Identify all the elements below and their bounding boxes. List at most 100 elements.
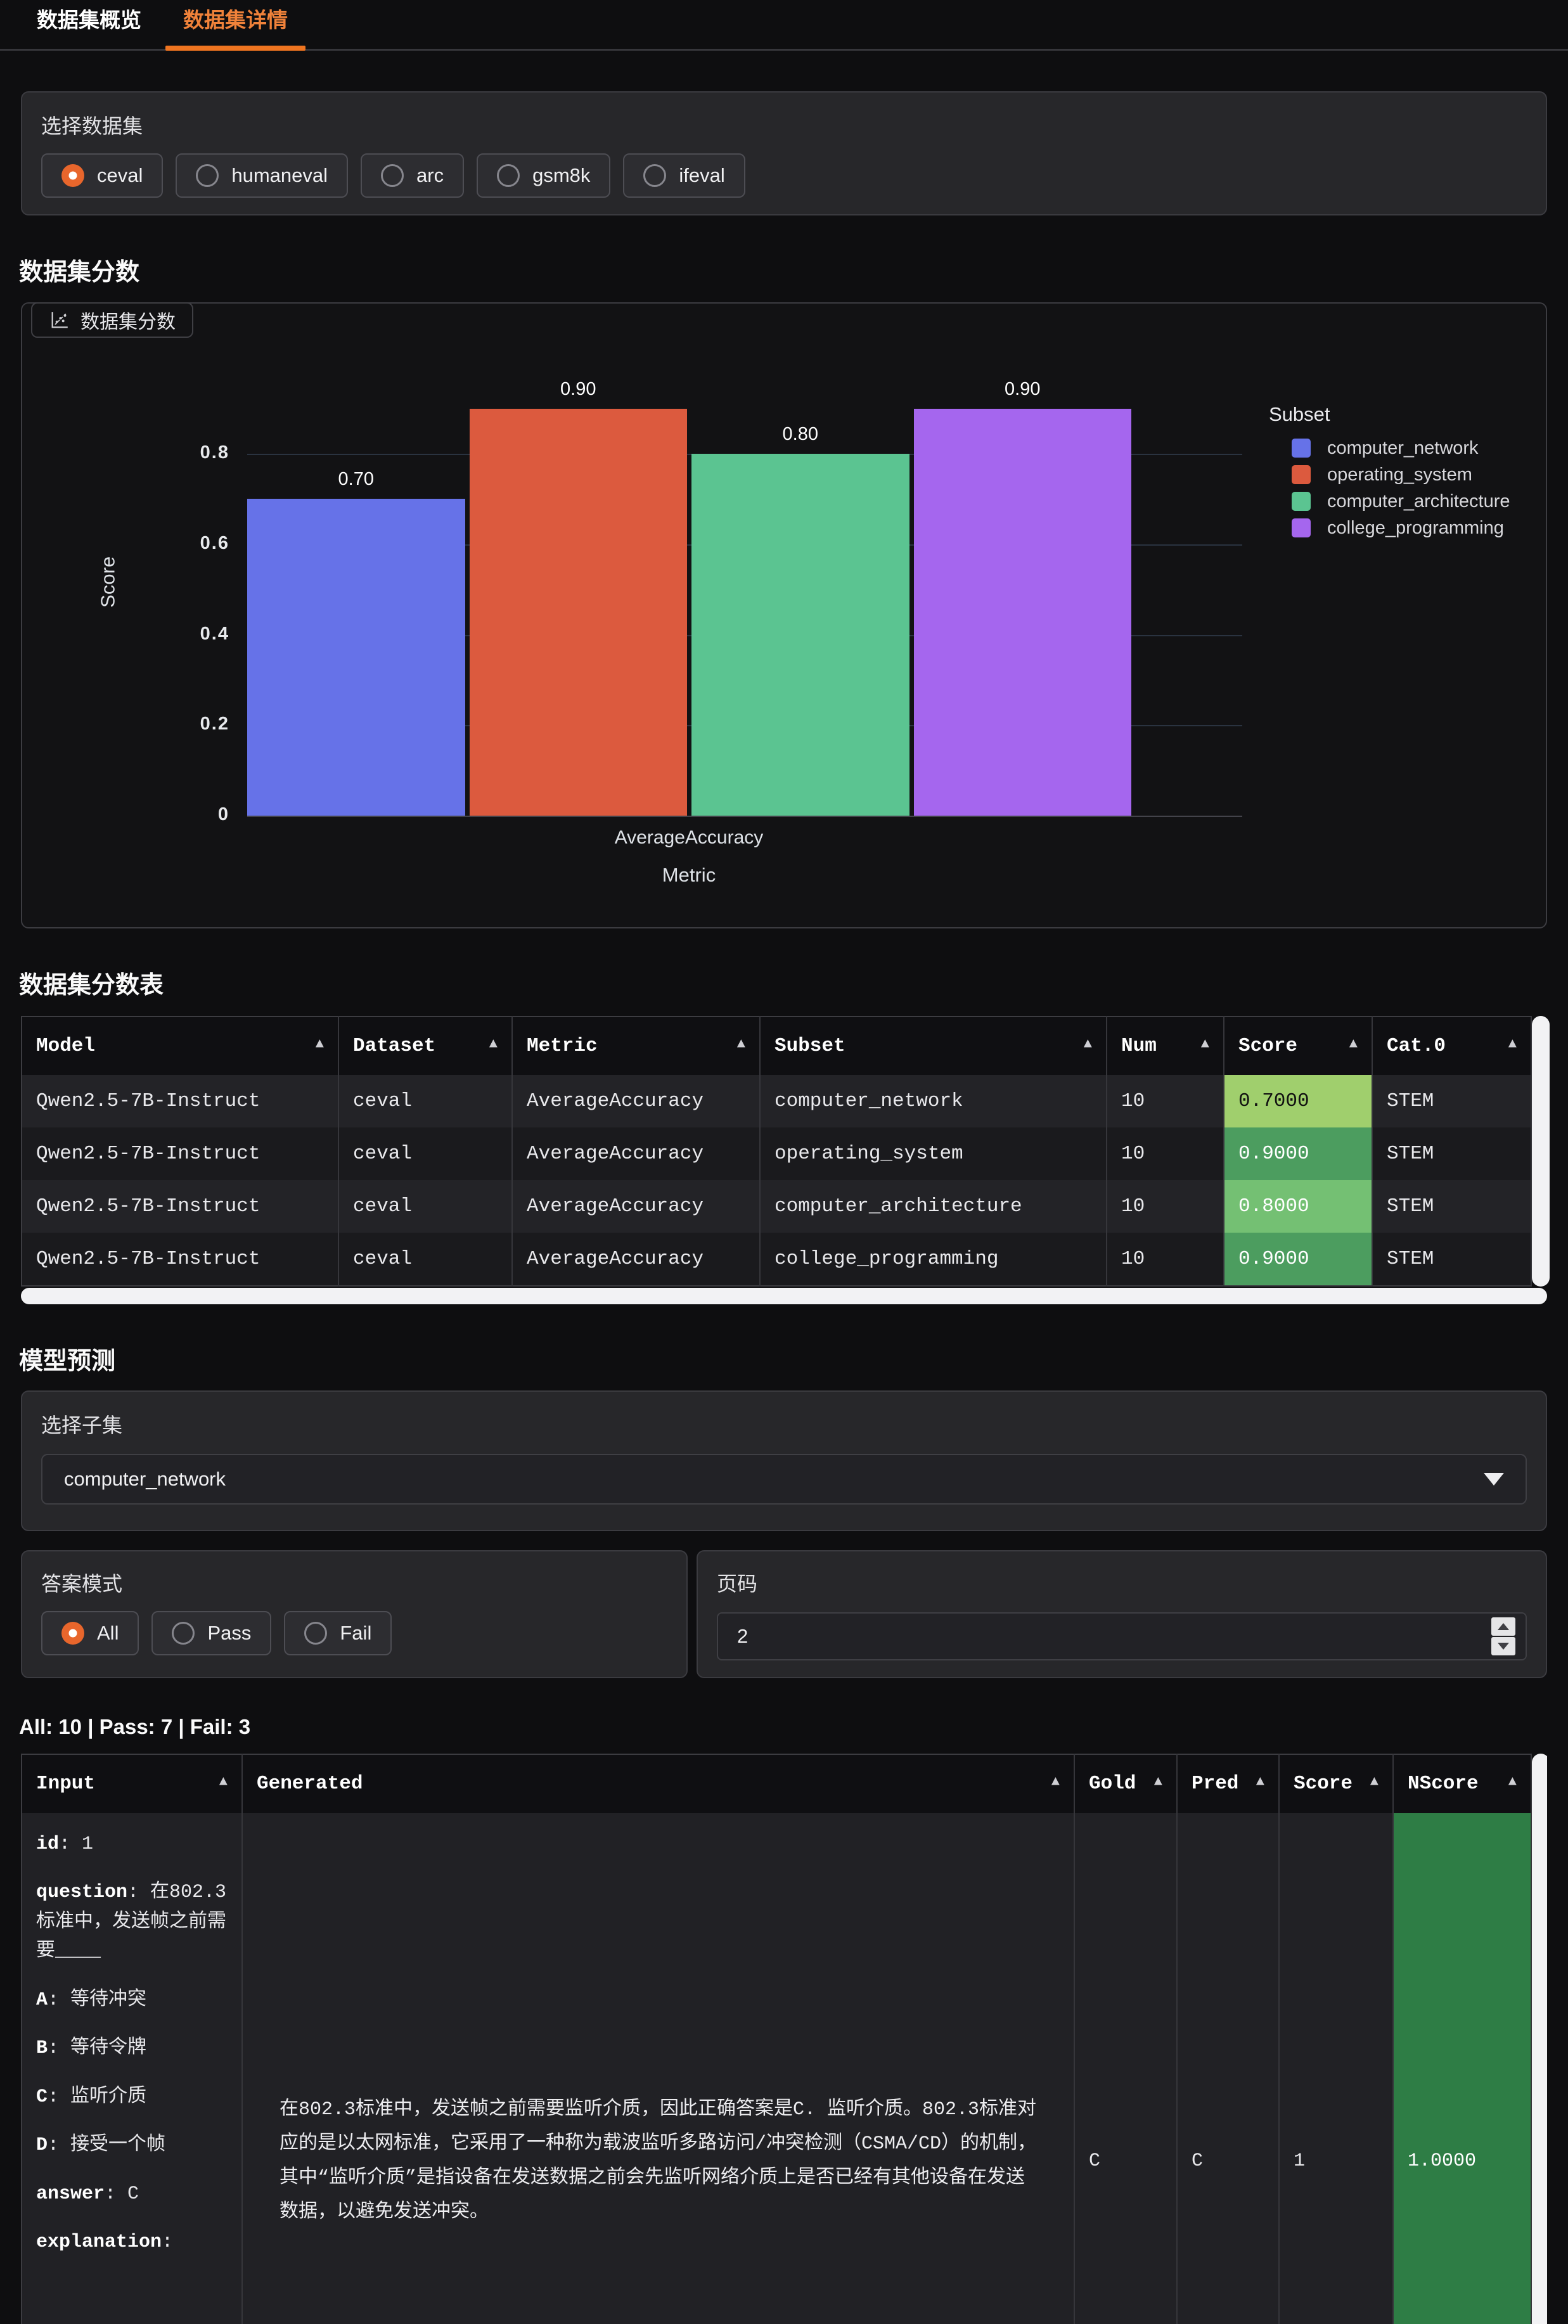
column-header-generated[interactable]: Generated▲ [242,1754,1074,1813]
radio-circle-icon [643,164,666,187]
bar-computer-architecture: 0.80 [691,454,909,816]
radio-all[interactable]: All [41,1611,139,1655]
score-table-heading: 数据集分数表 [19,965,1568,1000]
bar-value-label: 0.90 [560,379,596,400]
radio-humaneval[interactable]: humaneval [176,153,348,198]
arrow-down-icon [1498,1643,1509,1650]
number-spinner [1491,1617,1515,1655]
legend-label: computer_network [1327,438,1479,459]
legend-item-computer-network[interactable]: computer_network [1269,435,1510,461]
radio-circle-icon [196,164,219,187]
column-header-nscore[interactable]: NScore▲ [1393,1754,1531,1813]
sort-asc-icon: ▲ [1256,1770,1264,1797]
sort-asc-icon: ▲ [219,1770,228,1797]
spinner-up-button[interactable] [1491,1617,1515,1636]
legend-item-operating-system[interactable]: operating_system [1269,461,1510,488]
radio-gsm8k[interactable]: gsm8k [477,153,610,198]
cell-generated: 在802.3标准中，发送帧之前需要监听介质，因此正确答案是C. 监听介质。802… [242,1813,1074,2324]
legend-swatch-icon [1292,518,1311,537]
generated-text: 在802.3标准中，发送帧之前需要监听介质，因此正确答案是C. 监听介质。802… [268,2093,1048,2230]
table-row: Qwen2.5-7B-Instruct ceval AverageAccurac… [22,1233,1531,1286]
cell-subset: computer_architecture [760,1180,1107,1233]
radio-label: Fail [340,1622,371,1645]
tab-dataset-overview[interactable]: 数据集概览 [19,3,159,49]
tab-bar: 数据集概览 数据集详情 [0,0,1568,51]
sort-asc-icon: ▲ [1051,1770,1060,1797]
bar-college-programming: 0.90 [914,409,1132,816]
table-row: Qwen2.5-7B-Instruct ceval AverageAccurac… [22,1180,1531,1233]
legend-item-college-programming[interactable]: college_programming [1269,515,1510,541]
scores-section-heading: 数据集分数 [19,252,1568,287]
radio-ceval[interactable]: ceval [41,153,163,198]
vertical-scrollbar[interactable] [1532,1016,1550,1287]
dataset-selector-label: 选择数据集 [41,110,1527,139]
radio-pass[interactable]: Pass [151,1611,271,1655]
x-tick-label: AverageAccuracy [615,827,764,849]
column-header-pred[interactable]: Pred▲ [1177,1754,1279,1813]
column-header-num[interactable]: Num▲ [1107,1017,1224,1075]
input-field-question: question: 在802.3标准中，发送帧之前需要____ [36,1878,228,1967]
cell-score: 0.7000 [1224,1075,1372,1127]
radio-fail[interactable]: Fail [284,1611,392,1655]
radio-label: ceval [97,164,143,187]
column-header-metric[interactable]: Metric▲ [512,1017,760,1075]
column-header-score[interactable]: Score▲ [1279,1754,1393,1813]
bar-computer-network: 0.70 [247,499,465,816]
cell-dataset: ceval [338,1180,512,1233]
page-number-label: 页码 [717,1568,1527,1597]
sort-asc-icon: ▲ [1084,1032,1092,1060]
predictions-heading: 模型预测 [19,1341,1568,1376]
column-header-dataset[interactable]: Dataset▲ [338,1017,512,1075]
prediction-row: id: 1 question: 在802.3标准中，发送帧之前需要____ A:… [22,1813,1531,2324]
cell-input: id: 1 question: 在802.3标准中，发送帧之前需要____ A:… [22,1813,242,2324]
prediction-table: Input▲ Generated▲ Gold▲ Pred▲ Score▲ NSc… [21,1754,1532,2324]
column-header-model[interactable]: Model▲ [22,1017,338,1075]
vertical-scrollbar[interactable] [1532,1754,1547,2324]
column-header-score[interactable]: Score▲ [1224,1017,1372,1075]
column-header-subset[interactable]: Subset▲ [760,1017,1107,1075]
subset-dropdown[interactable]: computer_network [41,1454,1527,1505]
radio-circle-icon [172,1622,195,1645]
cell-dataset: ceval [338,1075,512,1127]
cell-nscore: 1.0000 [1393,1813,1531,2324]
radio-label: Pass [207,1622,251,1645]
cell-metric: AverageAccuracy [512,1233,760,1286]
score-table: Model▲ Dataset▲ Metric▲ Subset▲ Num▲ Sco… [21,1016,1532,1287]
column-header-input[interactable]: Input▲ [22,1754,242,1813]
legend-label: computer_architecture [1327,491,1510,512]
sort-asc-icon: ▲ [1154,1770,1162,1797]
arrow-up-icon [1498,1623,1509,1630]
radio-arc[interactable]: arc [361,153,464,198]
tab-dataset-detail[interactable]: 数据集详情 [165,3,305,49]
cell-subset: college_programming [760,1233,1107,1286]
input-field-explanation: explanation: [36,2228,228,2257]
sort-asc-icon: ▲ [1370,1770,1378,1797]
chart-panel-label-text: 数据集分数 [80,306,176,334]
sort-asc-icon: ▲ [737,1032,745,1060]
sort-asc-icon: ▲ [1349,1032,1358,1060]
legend-label: college_programming [1327,518,1504,539]
answer-mode-label: 答案模式 [41,1568,667,1597]
cell-model: Qwen2.5-7B-Instruct [22,1127,338,1180]
column-header-cat0[interactable]: Cat.0▲ [1372,1017,1531,1075]
legend-item-computer-architecture[interactable]: computer_architecture [1269,488,1510,515]
page-number-input[interactable]: 2 [717,1612,1527,1660]
y-axis-title: Score [96,556,119,608]
bar-chart-plot: 0.8 0.6 0.4 0.2 0 Score 0.70 0.90 0.80 0… [247,354,1242,816]
subset-dropdown-value: computer_network [64,1468,226,1491]
radio-label: ifeval [679,164,724,187]
spinner-down-button[interactable] [1491,1637,1515,1655]
radio-circle-icon [304,1622,327,1645]
column-header-gold[interactable]: Gold▲ [1074,1754,1177,1813]
horizontal-scrollbar[interactable] [21,1288,1547,1304]
cell-metric: AverageAccuracy [512,1075,760,1127]
chart-panel-label: 数据集分数 [31,302,193,338]
cell-dataset: ceval [338,1233,512,1286]
cell-model: Qwen2.5-7B-Instruct [22,1233,338,1286]
cell-score: 1 [1279,1813,1393,2324]
sort-asc-icon: ▲ [1508,1032,1517,1060]
input-field-answer: answer: C [36,2180,228,2209]
radio-ifeval[interactable]: ifeval [623,153,745,198]
cell-model: Qwen2.5-7B-Instruct [22,1180,338,1233]
input-field-id: id: 1 [36,1830,228,1859]
